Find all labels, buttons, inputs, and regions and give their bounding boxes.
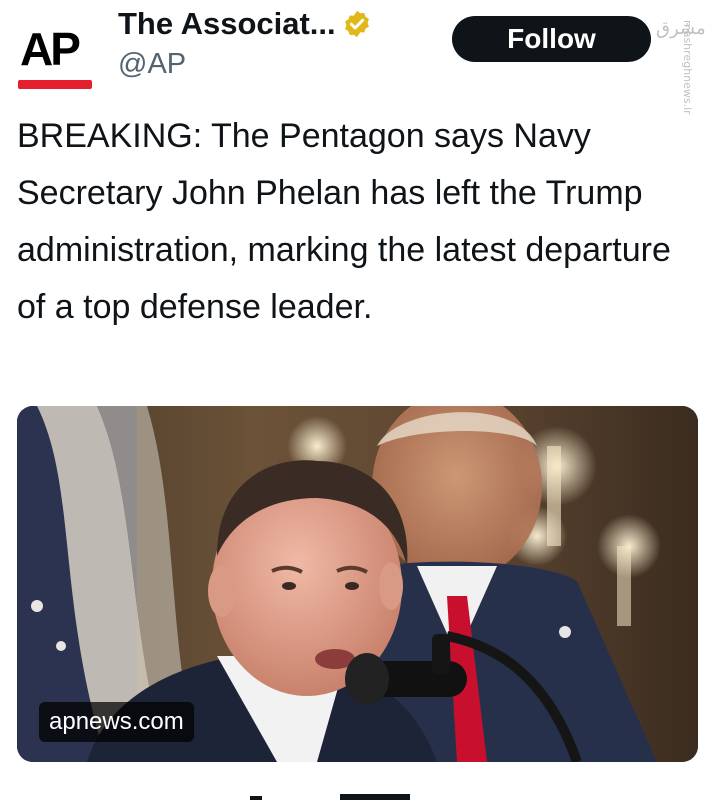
watermark-site: mashreghnews.ir — [681, 20, 694, 115]
account-display-name[interactable]: The Associat... — [118, 6, 336, 42]
ap-logo-underline — [18, 80, 92, 89]
account-handle[interactable]: @AP — [118, 48, 186, 81]
link-domain-chip[interactable]: apnews.com — [39, 702, 194, 742]
verified-badge-icon — [342, 9, 372, 39]
tweet-text: BREAKING: The Pentagon says Navy Secreta… — [17, 117, 671, 326]
tweet-media-card[interactable]: apnews.com — [17, 406, 698, 762]
account-name-row[interactable]: The Associat... — [118, 2, 372, 46]
tweet-screenshot: AP The Associat... @AP Follow مشرق mashr… — [0, 0, 719, 800]
truncated-next-content — [220, 790, 460, 800]
ap-logo: AP — [20, 23, 81, 75]
account-avatar[interactable]: AP — [12, 8, 96, 92]
follow-button[interactable]: Follow — [452, 16, 651, 62]
